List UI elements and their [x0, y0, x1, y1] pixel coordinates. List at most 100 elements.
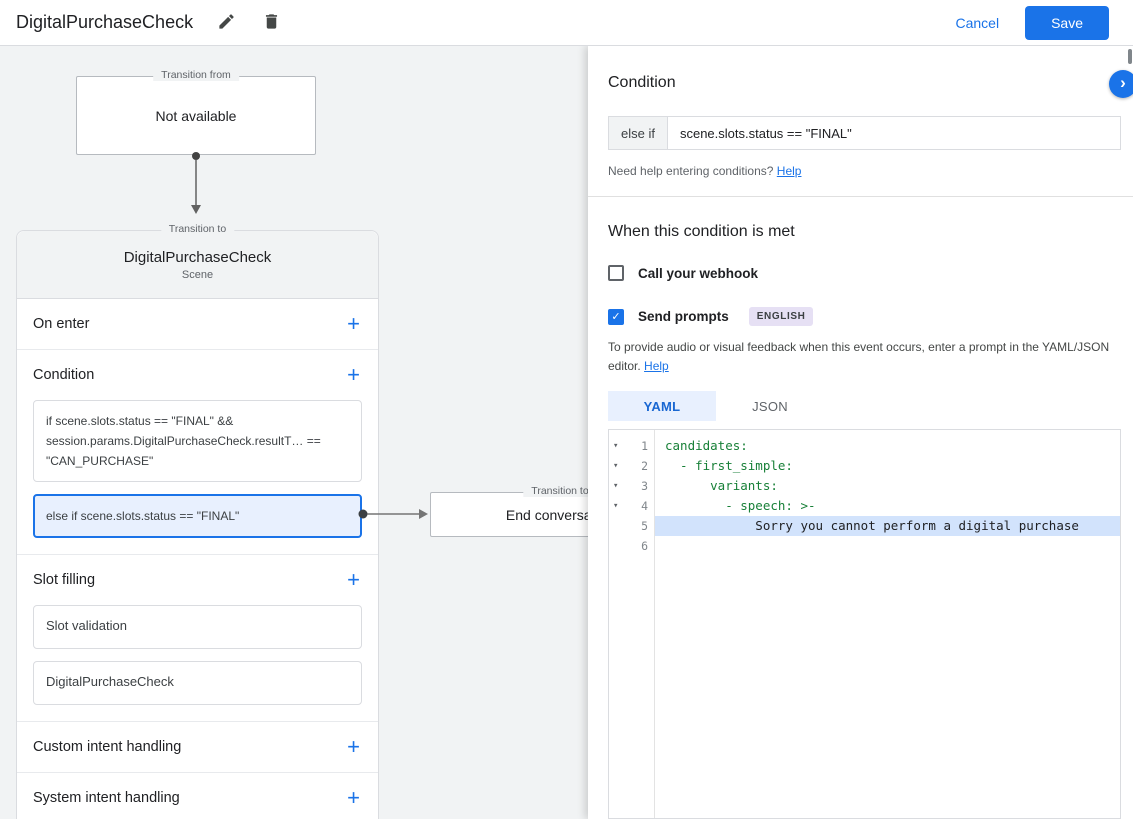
- on-enter-section: On enter +: [17, 299, 378, 349]
- add-slot-button[interactable]: +: [345, 569, 362, 591]
- line-number: 6: [641, 539, 648, 554]
- condition-card-if[interactable]: if scene.slots.status == "FINAL" && sess…: [33, 400, 362, 482]
- on-enter-row: On enter +: [17, 299, 378, 349]
- slot-filling-row: Slot filling +: [17, 555, 378, 605]
- scene-card-header[interactable]: DigitalPurchaseCheck Scene: [17, 231, 378, 299]
- condition-help-link[interactable]: Help: [777, 164, 802, 178]
- send-prompts-label: Send prompts: [638, 309, 729, 324]
- slot-validation-card[interactable]: Slot validation: [33, 605, 362, 649]
- condition-card-elseif-selected[interactable]: else if scene.slots.status == "FINAL": [33, 494, 362, 538]
- add-on-enter-button[interactable]: +: [345, 313, 362, 335]
- cancel-button[interactable]: Cancel: [955, 15, 999, 31]
- condition-help-text: Need help entering conditions?: [608, 164, 774, 178]
- send-prompts-checkbox[interactable]: ✓: [608, 308, 624, 325]
- tab-yaml[interactable]: YAML: [608, 391, 716, 422]
- gutter-row: 6: [609, 536, 654, 556]
- add-custom-intent-button[interactable]: +: [345, 736, 362, 758]
- custom-intent-section: Custom intent handling +: [17, 721, 378, 772]
- scene-type: Scene: [181, 268, 214, 281]
- chevron-right-icon: ›: [1120, 73, 1126, 92]
- webhook-row: Call your webhook: [608, 265, 1113, 281]
- condition-section: Condition + if scene.slots.status == "FI…: [17, 349, 378, 554]
- webhook-checkbox[interactable]: [608, 265, 624, 281]
- end-node-badge: Transition to: [523, 485, 597, 497]
- line-number: 4: [641, 499, 648, 514]
- transition-from-node[interactable]: Transition from Not available: [76, 69, 316, 155]
- add-condition-button[interactable]: +: [345, 364, 362, 386]
- panel-condition-section: Condition else if Need help entering con…: [588, 46, 1133, 196]
- condition-label: Condition: [33, 367, 95, 383]
- custom-intent-label: Custom intent handling: [33, 739, 182, 755]
- delete-scene-button[interactable]: [260, 10, 283, 36]
- panel-title: Condition: [608, 74, 676, 91]
- editor-tabs: YAML JSON: [608, 391, 1113, 422]
- trash-icon: [262, 12, 281, 34]
- condition-field: else if: [608, 116, 1121, 150]
- code-line: candidates:: [665, 438, 748, 454]
- condition-met-section: When this condition is met Call your web…: [588, 197, 1133, 819]
- on-enter-label: On enter: [33, 316, 90, 332]
- add-icon: +: [347, 362, 360, 387]
- condition-detail-panel: › Condition else if Need help entering c…: [588, 46, 1133, 819]
- line-number: 3: [641, 479, 648, 494]
- slot-cards: Slot validation DigitalPurchaseCheck: [17, 605, 378, 721]
- condition-cards: if scene.slots.status == "FINAL" && sess…: [17, 400, 378, 554]
- fold-icon[interactable]: ▾: [613, 501, 623, 511]
- condition-row: Condition +: [17, 350, 378, 400]
- fold-icon[interactable]: ▾: [613, 481, 623, 491]
- line-number: 2: [641, 459, 648, 474]
- tab-json[interactable]: JSON: [716, 391, 824, 421]
- gutter-row: 5: [609, 516, 654, 536]
- topbar: DigitalPurchaseCheck Cancel Save: [0, 0, 1133, 46]
- line-number: 1: [641, 439, 648, 454]
- code-line: variants:: [665, 478, 778, 494]
- add-icon: +: [347, 734, 360, 759]
- condition-met-title: When this condition is met: [608, 223, 795, 240]
- condition-help-line: Need help entering conditions? Help: [608, 164, 1113, 196]
- add-icon: +: [347, 785, 360, 810]
- prompt-hint: To provide audio or visual feedback when…: [608, 338, 1113, 375]
- add-icon: +: [347, 311, 360, 336]
- collapse-panel-button[interactable]: ›: [1109, 70, 1133, 98]
- transition-from-text: Not available: [155, 107, 237, 124]
- slot-filling-label: Slot filling: [33, 572, 96, 588]
- scene-card: Transition to DigitalPurchaseCheck Scene…: [16, 223, 379, 819]
- topbar-left: DigitalPurchaseCheck: [16, 10, 283, 36]
- pencil-icon: [217, 12, 236, 34]
- system-intent-row: System intent handling +: [17, 773, 378, 819]
- gutter-row: ▾ 1: [609, 436, 654, 456]
- save-button[interactable]: Save: [1025, 5, 1109, 40]
- yaml-editor[interactable]: ▾ 1 ▾ 2 ▾ 3 ▾ 4 5 6 candidates: - first_simp…: [608, 429, 1121, 819]
- slot-card[interactable]: DigitalPurchaseCheck: [33, 661, 362, 705]
- fold-icon[interactable]: ▾: [613, 441, 623, 451]
- gutter-row: ▾ 2: [609, 456, 654, 476]
- system-intent-label: System intent handling: [33, 790, 180, 806]
- page-title: DigitalPurchaseCheck: [16, 12, 194, 32]
- scrollbar-thumb[interactable]: [1128, 49, 1132, 64]
- check-icon: ✓: [611, 311, 621, 323]
- send-prompts-row: ✓ Send prompts ENGLISH: [608, 307, 1113, 326]
- fold-icon[interactable]: ▾: [613, 461, 623, 471]
- slot-filling-section: Slot filling + Slot validation DigitalPu…: [17, 554, 378, 721]
- condition-prefix: else if: [609, 117, 668, 149]
- topbar-actions: Cancel Save: [955, 5, 1109, 40]
- scene-name: DigitalPurchaseCheck: [123, 248, 272, 266]
- edit-title-button[interactable]: [215, 10, 238, 36]
- editor-code-area[interactable]: candidates: - first_simple: variants: - …: [655, 430, 1120, 818]
- webhook-label: Call your webhook: [638, 265, 759, 281]
- transition-to-badge: Transition to: [160, 223, 235, 235]
- condition-input[interactable]: [667, 117, 1120, 149]
- code-line-highlighted: Sorry you cannot perform a digital purch…: [655, 516, 1120, 537]
- code-line: - speech: >-: [665, 498, 816, 514]
- add-system-intent-button[interactable]: +: [345, 787, 362, 809]
- gutter-row: ▾ 4: [609, 496, 654, 516]
- prompt-hint-help-link[interactable]: Help: [644, 359, 669, 373]
- custom-intent-row: Custom intent handling +: [17, 722, 378, 772]
- system-intent-section: System intent handling +: [17, 772, 378, 819]
- code-line: - first_simple:: [665, 458, 793, 474]
- transition-from-badge: Transition from: [153, 69, 239, 81]
- line-number: 5: [641, 519, 648, 534]
- editor-gutter: ▾ 1 ▾ 2 ▾ 3 ▾ 4 5 6: [609, 430, 655, 818]
- add-icon: +: [347, 567, 360, 592]
